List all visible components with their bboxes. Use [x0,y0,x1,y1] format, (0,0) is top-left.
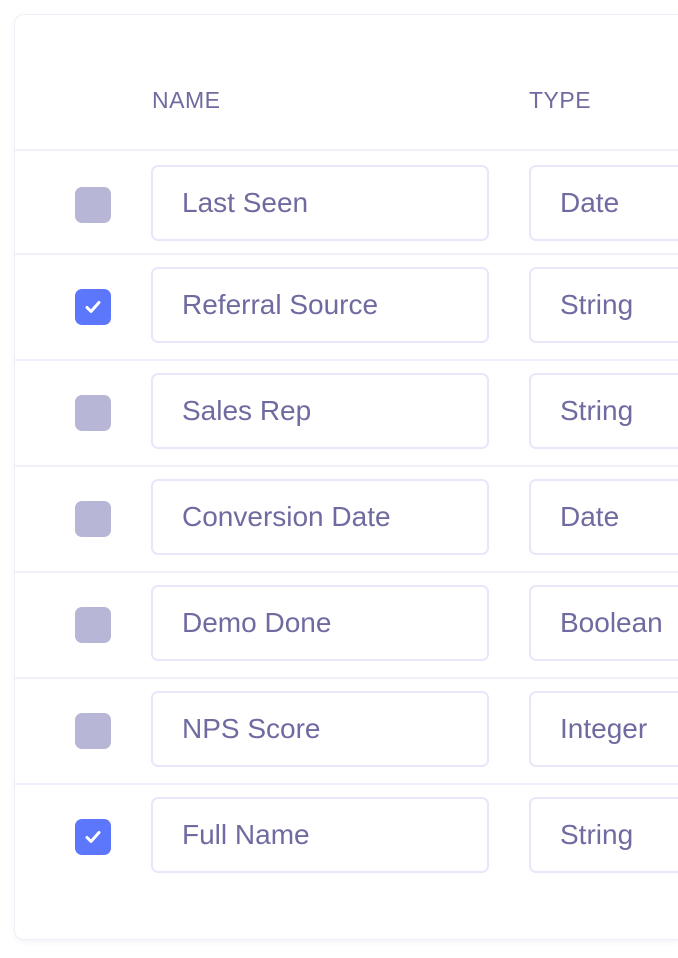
field-type-select[interactable]: String [529,797,678,873]
row-checkbox[interactable] [75,187,111,223]
checkmark-icon [85,301,101,313]
field-type-select[interactable]: String [529,267,678,343]
checkmark-icon [85,831,101,843]
table-row: Last Seen Date [15,149,678,257]
field-name-input[interactable]: Full Name [151,797,489,873]
row-checkbox[interactable] [75,819,111,855]
table-row: Conversion Date Date [15,465,678,573]
table-row: NPS Score Integer [15,677,678,785]
field-name-input[interactable]: Conversion Date [151,479,489,555]
table-row: Referral Source String [15,253,678,361]
table-row: Demo Done Boolean [15,571,678,679]
row-checkbox[interactable] [75,395,111,431]
field-type-select[interactable]: Date [529,479,678,555]
column-header-name: NAME [152,87,221,113]
table-row: Full Name String [15,783,678,891]
field-type-select[interactable]: String [529,373,678,449]
row-checkbox[interactable] [75,607,111,643]
column-header-type: TYPE [529,87,592,113]
fields-card: NAME TYPE Last Seen Date Referral Source… [14,14,678,940]
row-checkbox[interactable] [75,501,111,537]
row-checkbox[interactable] [75,713,111,749]
field-type-select[interactable]: Boolean [529,585,678,661]
field-name-input[interactable]: Last Seen [151,165,489,241]
row-checkbox[interactable] [75,289,111,325]
field-name-input[interactable]: Demo Done [151,585,489,661]
field-name-input[interactable]: Referral Source [151,267,489,343]
field-type-select[interactable]: Integer [529,691,678,767]
field-name-input[interactable]: NPS Score [151,691,489,767]
field-type-select[interactable]: Date [529,165,678,241]
field-name-input[interactable]: Sales Rep [151,373,489,449]
table-row: Sales Rep String [15,359,678,467]
